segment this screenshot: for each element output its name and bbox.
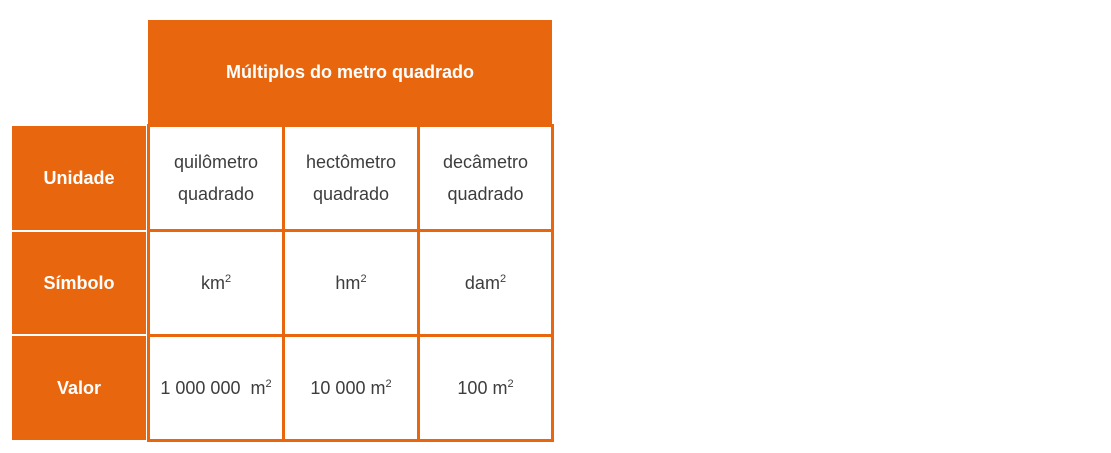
cell-simbolo-dam: dam2 (417, 229, 554, 337)
cell-valor-dam: 100 m2 (417, 334, 554, 442)
cell-unidade-hm: hectômetro quadrado (282, 124, 420, 232)
cell-valor-hm: 10 000 m2 (282, 334, 420, 442)
table-header: Múltiplos do metro quadrado (148, 20, 552, 124)
units-table: Múltiplos do metro quadrado Unidade Símb… (12, 20, 554, 442)
row-label-valor: Valor (12, 336, 146, 440)
cell-valor-km: 1 000 000 m2 (147, 334, 285, 442)
row-label-simbolo: Símbolo (12, 232, 146, 334)
cell-simbolo-km: km2 (147, 229, 285, 337)
row-label-unidade: Unidade (12, 126, 146, 230)
cell-simbolo-hm: hm2 (282, 229, 420, 337)
cell-unidade-km: quilômetro quadrado (147, 124, 285, 232)
cell-unidade-dam: decâmetro quadrado (417, 124, 554, 232)
table-header-title: Múltiplos do metro quadrado (226, 61, 474, 82)
